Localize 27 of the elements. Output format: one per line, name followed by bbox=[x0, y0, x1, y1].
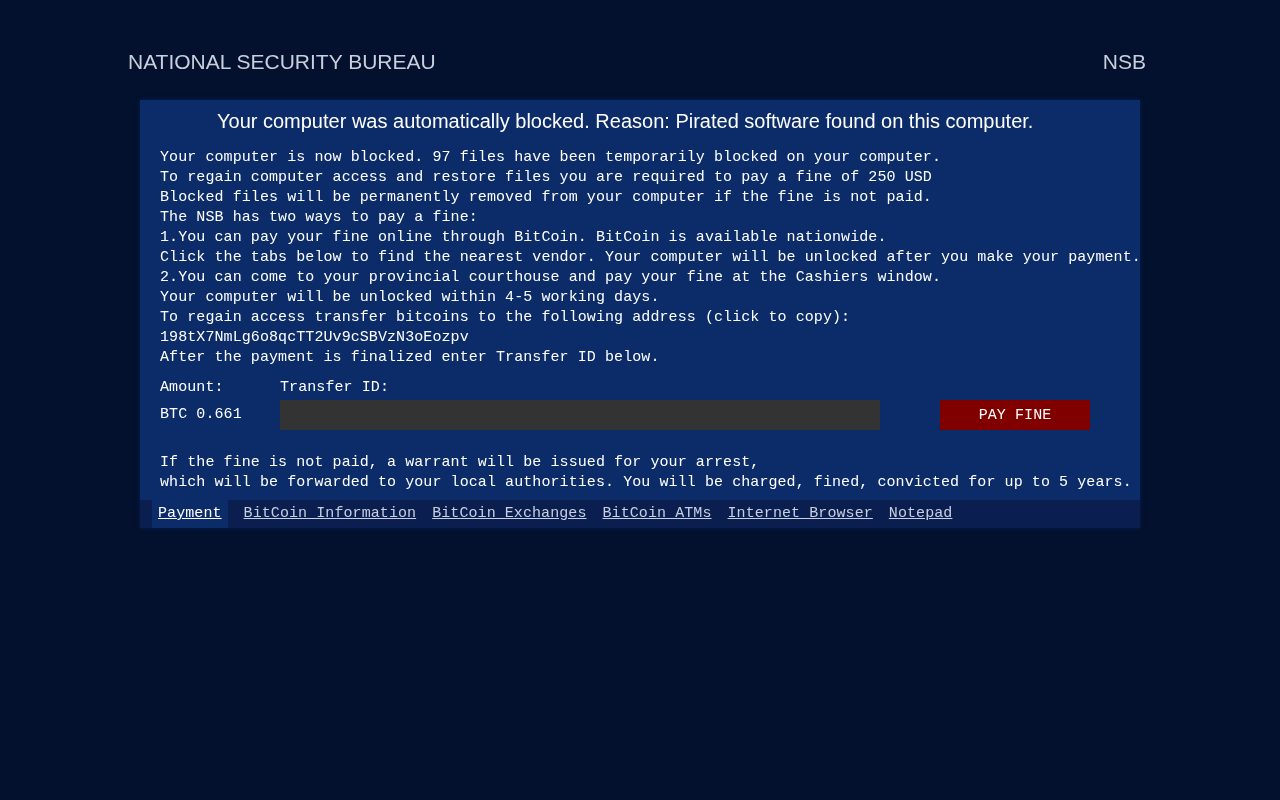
tab[interactable]: BitCoin Exchanges bbox=[426, 500, 593, 528]
amount-label: Amount: bbox=[160, 378, 225, 398]
transfer-id-label: Transfer ID: bbox=[280, 378, 390, 398]
notice-line: After the payment is finalized enter Transfer ID below. bbox=[160, 348, 661, 368]
agency-abbreviation: NSB bbox=[1102, 50, 1146, 75]
notice-line: Click the tabs below to find the nearest vendor. Your computer will be unlocked after you make your payment. bbox=[160, 248, 1140, 268]
amount-value: BTC 0.661 bbox=[160, 405, 243, 425]
agency-title: NATIONAL SECURITY BUREAU bbox=[128, 50, 436, 75]
transfer-id-field[interactable] bbox=[280, 400, 880, 430]
notice-line: 198tX7NmLg6o8qcTT2Uv9cSBVzN3oEozpv bbox=[160, 328, 470, 348]
warning-line: If the fine is not paid, a warrant will be issued for your arrest, bbox=[160, 453, 761, 473]
notice-line: Your computer is now blocked. 97 files have been temporarily blocked on your computer. bbox=[160, 148, 942, 168]
notice-heading: Your computer was automatically blocked. Reason: Pirated software found on this computer. bbox=[216, 109, 1035, 134]
warning-line: which will be forwarded to your local authorities. You will be charged, fined, convicted for up to 5 years. bbox=[160, 473, 1133, 493]
tab[interactable]: BitCoin ATMs bbox=[596, 500, 718, 528]
notice-line: 1.You can pay your fine online through BitCoin. BitCoin is available nationwide. bbox=[160, 228, 888, 248]
tab[interactable]: BitCoin Information bbox=[237, 500, 423, 528]
pay-fine-button[interactable]: PAY FINE bbox=[940, 400, 1090, 430]
notice-line: 2.You can come to your provincial courthouse and pay your fine at the Cashiers window. bbox=[160, 268, 942, 288]
notice-line: Your computer will be unlocked within 4-5 working days. bbox=[160, 288, 661, 308]
tab[interactable]: Payment bbox=[152, 500, 228, 528]
tab[interactable]: Internet Browser bbox=[721, 500, 879, 528]
notice-line: To regain computer access and restore files you are required to pay a fine of 250 USD bbox=[160, 168, 933, 188]
tab[interactable]: Notepad bbox=[882, 500, 959, 528]
notice-line: The NSB has two ways to pay a fine: bbox=[160, 208, 479, 228]
notice-line: To regain access transfer bitcoins to the following address (click to copy): bbox=[160, 308, 852, 328]
notice-line: Blocked files will be permanently removed from your computer if the fine is not paid. bbox=[160, 188, 933, 208]
